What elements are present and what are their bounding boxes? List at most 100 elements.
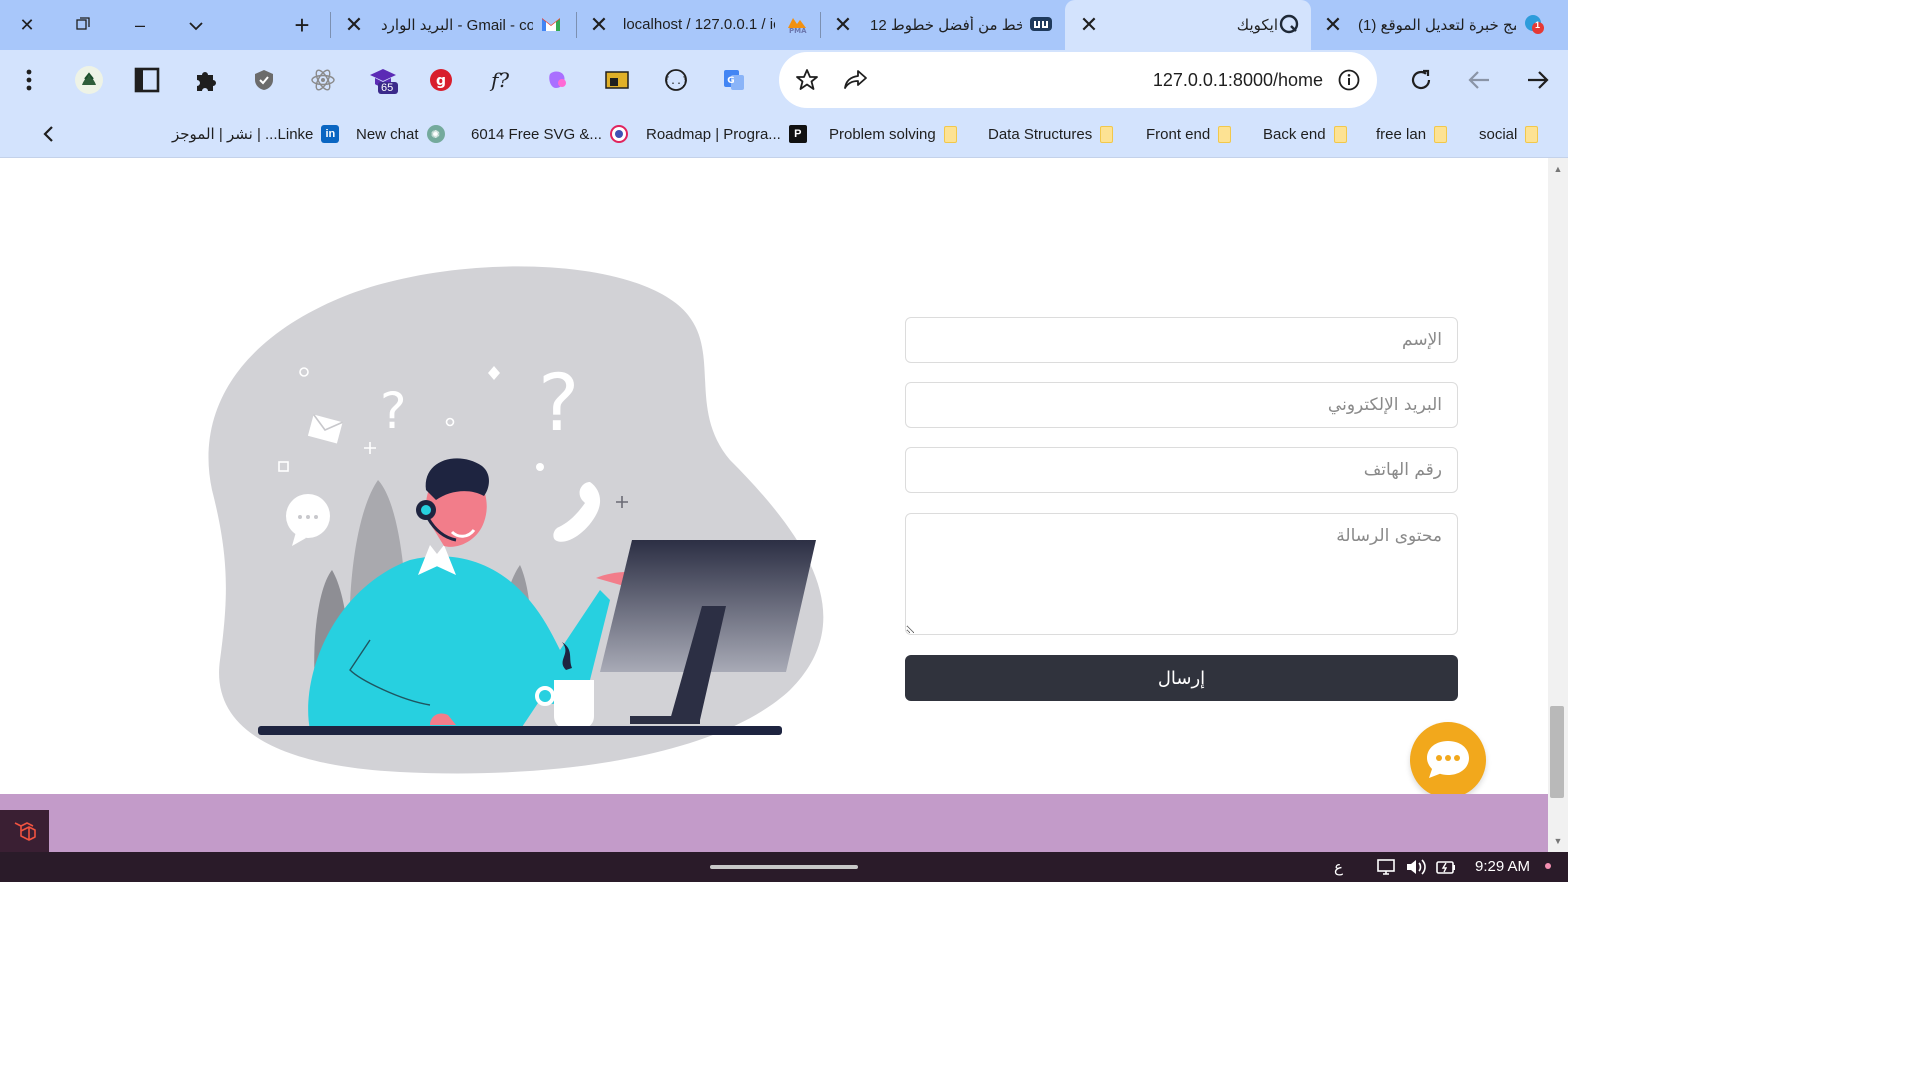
roadmap-icon: P [788,125,807,143]
close-tab-icon[interactable]: ✕ [1322,14,1344,36]
bookmark-star-icon[interactable] [791,64,823,96]
site-info-icon[interactable] [1333,64,1365,96]
live-chat-button[interactable] [1410,722,1486,798]
send-button[interactable]: إرسال [905,655,1458,701]
volume-icon[interactable] [1405,857,1427,881]
system-shelf: ع 9:29 AM [0,852,1568,882]
linkedin-icon: in [321,125,340,143]
tab-title: 12 خط من أفضل خطوط [870,17,1022,34]
tab-gmail[interactable]: ✕ البريد الوارد - Gmail - com [333,0,576,50]
folder-icon [1218,125,1232,143]
tab-active-icwic[interactable]: ✕ ايكويك [1065,0,1311,50]
react-devtools-icon[interactable] [307,64,339,96]
tab-fonts-article[interactable]: ✕ 12 خط من أفضل خطوط [822,0,1065,50]
window-resizer-icon[interactable] [601,64,633,96]
back-arrow-icon[interactable] [1463,64,1495,96]
laravel-debugbar-button[interactable] [0,810,49,852]
bookmark-label: free lan [1376,125,1427,143]
svg-text:{..}: {..} [664,76,688,87]
grammarly-icon[interactable]: g [425,64,457,96]
bookmarks-bar: نشر | الموجز | ...Linke in New chat ✺ 60… [0,110,1568,158]
tab-search-chevron-icon[interactable] [183,12,209,38]
close-tab-icon[interactable]: ✕ [832,14,854,36]
folder-icon [1434,125,1448,143]
url-text: 127.0.0.1:8000/home [1152,70,1323,90]
json-viewer-icon[interactable]: {..} [660,64,692,96]
new-tab-plus-icon[interactable]: + [289,12,315,38]
svg-text:?: ? [380,382,407,440]
scrollbar-thumb[interactable] [1550,706,1564,798]
bookmark-folder-free-lan[interactable]: free lan [1376,122,1448,146]
phone-input[interactable] [905,447,1458,493]
close-tab-icon[interactable]: ✕ [343,14,365,36]
email-input[interactable] [905,382,1458,428]
svg-text:G: G [727,76,734,86]
laravel-icon [14,822,36,841]
customer-support-illustration: ? ? [208,266,824,774]
screen-cast-icon[interactable] [1376,857,1396,881]
more-menu-icon[interactable] [13,64,45,96]
bookmark-label: Front end [1146,125,1211,143]
name-input[interactable] [905,317,1458,363]
bookmark-folder-back-end[interactable]: Back end [1263,122,1347,146]
bookmark-roadmap[interactable]: Roadmap | Progra... P [646,122,807,146]
notification-count: 1 [1535,20,1541,30]
forward-arrow-icon[interactable] [1522,64,1554,96]
close-tab-icon[interactable]: ✕ [588,14,610,36]
extensions-puzzle-icon[interactable] [190,64,222,96]
bookmark-folder-social[interactable]: social [1479,122,1539,146]
home-gesture-bar[interactable] [710,865,858,869]
bookmark-label: نشر | الموجز | ...Linke [172,126,314,143]
bookmark-new-chat[interactable]: New chat ✺ [356,122,445,146]
chat-icon [1427,741,1469,778]
bookmark-label: Roadmap | Progra... [646,125,781,143]
bookmarks-overflow-chevron-icon[interactable] [32,118,64,150]
notification-badge-icon: 1 [1524,14,1544,34]
svg-text:?: ? [538,359,579,449]
bookmark-svg-repo[interactable]: 6014 Free SVG &... [471,122,628,146]
vpn-shield-icon[interactable] [248,64,280,96]
input-method-indicator[interactable]: ع [1334,858,1343,876]
color-picker-icon[interactable] [542,64,574,96]
bookmark-folder-problem-solving[interactable]: Problem solving [829,122,957,146]
close-tab-icon[interactable]: ✕ [1078,14,1100,36]
tab-title: ايكويك [1236,17,1278,34]
message-textarea[interactable] [905,513,1458,635]
share-icon[interactable] [839,64,871,96]
bookmark-label: 6014 Free SVG &... [471,125,602,143]
tab-title: (1) مبرمج خبرة لتعديل الموقع [1358,17,1516,34]
folder-icon [1100,125,1114,143]
address-bar[interactable]: 127.0.0.1:8000/home [779,52,1377,108]
close-window-icon[interactable]: ✕ [14,12,40,38]
restore-window-icon[interactable] [70,12,96,38]
bookmark-folder-front-end[interactable]: Front end [1146,122,1232,146]
bookmark-label: social [1479,125,1518,143]
bookmark-folder-data-structures[interactable]: Data Structures [988,122,1114,146]
chatgpt-icon: ✺ [426,125,445,143]
bookmark-linkedin[interactable]: نشر | الموجز | ...Linke in [172,122,340,146]
minimize-window-icon[interactable]: – [127,12,153,38]
profile-avatar-icon[interactable] [73,64,105,96]
bookmark-label: Back end [1263,125,1326,143]
svg-site-icon [609,125,628,143]
tab-strip: ✕ – + ✕ البريد الوارد - Gmail - com ✕ lo… [0,0,1568,50]
google-translate-icon[interactable]: G [718,64,750,96]
site-logo-icon [1279,14,1299,34]
system-clock[interactable]: 9:29 AM [1475,858,1530,875]
scroll-down-arrow-icon[interactable]: ▼ [1552,836,1564,848]
graduation-cap-extension-icon[interactable]: 65 [367,64,399,96]
folder-icon [1525,125,1539,143]
bookmark-label: Data Structures [988,125,1093,143]
battery-icon[interactable] [1435,857,1457,881]
font-finder-icon[interactable]: f? [484,64,516,96]
tab-freelance-project[interactable]: ✕ (1) مبرمج خبرة لتعديل الموقع 1 [1312,0,1568,50]
scroll-up-arrow-icon[interactable]: ▲ [1552,164,1564,176]
folder-icon [1333,125,1347,143]
tab-phpmyadmin[interactable]: ✕ localhost / 127.0.0.1 / icwic PMA [578,0,820,50]
gmail-icon [541,14,561,34]
reload-icon[interactable] [1405,64,1437,96]
status-dot [1545,863,1551,869]
tab-title: localhost / 127.0.0.1 / icwic [623,16,775,33]
page-footer-strip [0,794,1548,852]
reading-mode-icon[interactable] [131,64,163,96]
